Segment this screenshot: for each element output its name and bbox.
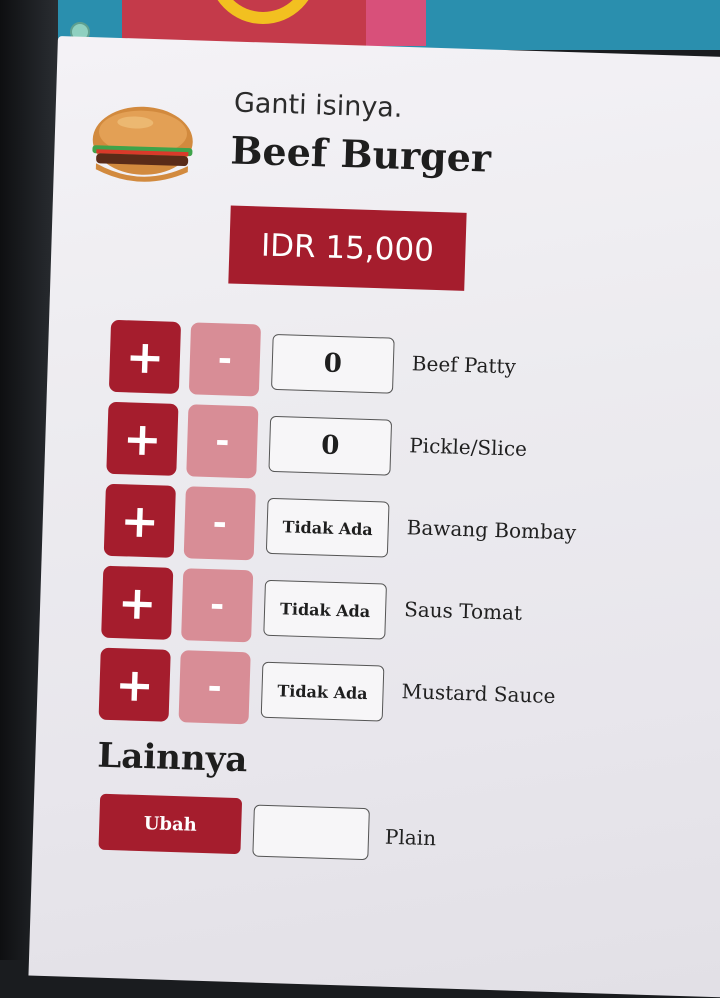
- add-button[interactable]: +: [101, 565, 174, 640]
- remove-button[interactable]: -: [181, 568, 254, 643]
- product-title: Beef Burger: [229, 127, 492, 181]
- remove-button[interactable]: -: [178, 650, 251, 725]
- ingredient-label: Bawang Bombay: [406, 515, 577, 545]
- add-button[interactable]: +: [106, 401, 179, 476]
- others-section-title: Lainnya: [96, 735, 249, 781]
- burger-image-icon: [92, 106, 193, 182]
- price-badge: IDR 15,000: [228, 205, 467, 291]
- quantity-field: Tidak Ada: [263, 579, 387, 640]
- quantity-field: 0: [268, 415, 393, 476]
- banner-pink-block: [366, 0, 426, 46]
- ingredient-list: + - 0 Beef Patty + - 0 Pickle/Slice + - …: [98, 319, 671, 748]
- ingredient-label: Pickle/Slice: [408, 433, 528, 461]
- remove-button[interactable]: -: [186, 404, 259, 479]
- change-button[interactable]: Ubah: [98, 793, 243, 855]
- page-subtitle: Ganti isinya.: [233, 87, 403, 124]
- ingredient-label: Beef Patty: [411, 351, 517, 379]
- quantity-field: 0: [270, 333, 395, 394]
- remove-button[interactable]: -: [183, 486, 256, 561]
- add-button[interactable]: +: [108, 319, 182, 394]
- option-label: Plain: [384, 824, 437, 851]
- ingredient-label: Mustard Sauce: [401, 679, 556, 708]
- quantity-field: Tidak Ada: [265, 497, 390, 558]
- add-button[interactable]: +: [103, 483, 176, 558]
- ingredient-row: + - Tidak Ada Mustard Sauce: [98, 647, 660, 748]
- option-value-field: [252, 804, 370, 861]
- customize-screen: Ganti isinya. Beef Burger IDR 15,000 + -…: [28, 36, 720, 998]
- remove-button[interactable]: -: [188, 322, 262, 397]
- quantity-field: Tidak Ada: [260, 661, 385, 722]
- add-button[interactable]: +: [98, 647, 171, 722]
- ingredient-label: Saus Tomat: [403, 597, 523, 625]
